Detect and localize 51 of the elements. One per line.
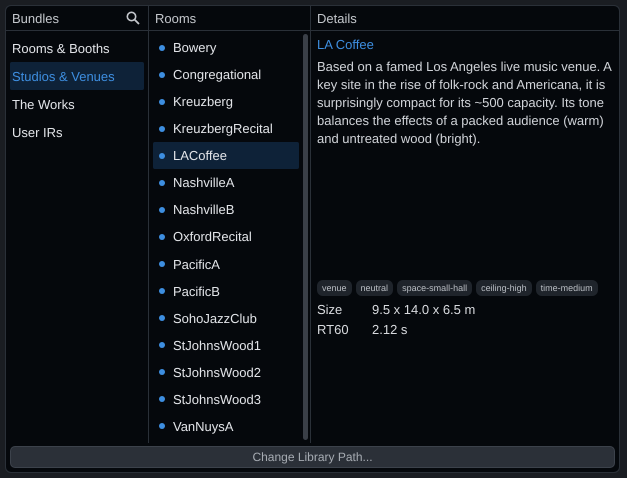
scrollbar[interactable] bbox=[303, 34, 308, 440]
room-item[interactable]: StJohnsWood3 bbox=[153, 386, 299, 413]
property-label: RT60 bbox=[317, 322, 350, 337]
tag: ceiling-high bbox=[476, 280, 532, 296]
bullet-icon bbox=[159, 369, 165, 376]
bullet-icon bbox=[159, 315, 165, 322]
bullet-icon bbox=[159, 98, 165, 105]
room-item[interactable]: PacificA bbox=[153, 250, 299, 278]
tag: neutral bbox=[356, 280, 394, 296]
room-item[interactable]: LACoffee bbox=[153, 142, 299, 170]
room-item[interactable]: SohoJazzClub bbox=[153, 304, 299, 332]
tag: venue bbox=[317, 280, 352, 296]
search-icon[interactable] bbox=[126, 11, 140, 25]
room-item[interactable]: StJohnsWood1 bbox=[153, 332, 299, 359]
bullet-icon bbox=[159, 396, 165, 402]
room-item[interactable]: OxfordRecital bbox=[153, 223, 299, 250]
bundle-item[interactable]: Studios & Venues bbox=[10, 62, 144, 90]
room-item[interactable]: PacificB bbox=[153, 278, 299, 305]
bullet-icon bbox=[159, 152, 165, 159]
room-item[interactable]: VanNuysA bbox=[153, 412, 299, 440]
room-item[interactable]: NashvilleB bbox=[153, 196, 299, 224]
bullet-icon bbox=[159, 72, 165, 78]
room-item[interactable]: Kreuzberg bbox=[153, 88, 299, 116]
tag: time-medium bbox=[536, 280, 598, 296]
room-item[interactable]: KreuzbergRecital bbox=[153, 115, 299, 142]
bullet-icon bbox=[159, 261, 165, 268]
bundle-item[interactable]: The Works bbox=[10, 90, 144, 118]
bullet-icon bbox=[159, 126, 165, 132]
bullet-icon bbox=[159, 288, 165, 294]
property-label: Size bbox=[317, 302, 344, 317]
tag: space-small-hall bbox=[397, 280, 472, 296]
property-value: 9.5 x 14.0 x 6.5 m bbox=[372, 302, 476, 317]
bullet-icon bbox=[159, 206, 165, 213]
column-header: Bundles bbox=[12, 10, 59, 26]
room-item[interactable]: StJohnsWood2 bbox=[153, 358, 299, 386]
room-item[interactable]: NashvilleA bbox=[153, 169, 299, 196]
bullet-icon bbox=[159, 44, 165, 51]
property-value: 2.12 s bbox=[372, 322, 408, 337]
column-header: Rooms bbox=[155, 10, 196, 26]
room-description: Based on a famed Los Angeles live music venue. A key site in the rise of folk-rock and Americana, it is surprisingly compact for its ~500 capacity. Its tone balances the effects of a packed audience (warm) and untreated wood (bright). bbox=[317, 58, 613, 148]
bullet-icon bbox=[159, 342, 165, 348]
room-item[interactable]: Congregational bbox=[153, 61, 299, 88]
change-path-button[interactable]: Change Library Path... bbox=[10, 446, 615, 468]
bundle-item[interactable]: User IRs bbox=[10, 118, 144, 146]
room-title: LA Coffee bbox=[317, 37, 375, 52]
column-header: Details bbox=[317, 10, 357, 26]
bullet-icon bbox=[159, 180, 165, 186]
bundle-item[interactable]: Rooms & Booths bbox=[10, 34, 144, 62]
room-item[interactable]: Bowery bbox=[153, 34, 299, 62]
bullet-icon bbox=[159, 234, 165, 240]
bullet-icon bbox=[159, 423, 165, 430]
